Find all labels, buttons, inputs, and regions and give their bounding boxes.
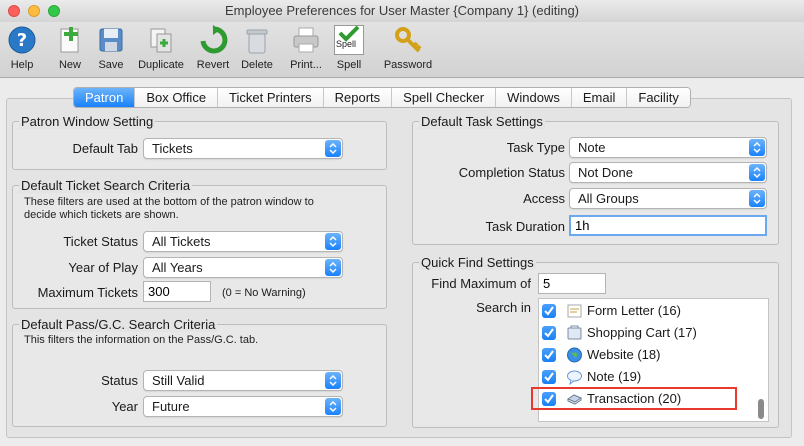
maximum-tickets-note: (0 = No Warning): [222, 287, 306, 299]
title-bar: Employee Preferences for User Master {Co…: [0, 0, 804, 22]
checkbox-checked-icon[interactable]: [542, 304, 556, 318]
help-label: Help: [10, 59, 34, 71]
list-item-shopping-cart[interactable]: Shopping Cart (17): [539, 322, 757, 344]
chevron-updown-icon: [325, 372, 341, 389]
group-title: Quick Find Settings: [419, 255, 536, 270]
chevron-updown-icon: [749, 190, 765, 207]
delete-label: Delete: [241, 59, 273, 71]
chevron-updown-icon: [749, 139, 765, 156]
access-select[interactable]: All Groups: [569, 188, 767, 209]
group-title: Patron Window Setting: [19, 114, 156, 129]
tab-reports[interactable]: Reports: [323, 88, 393, 107]
tab-facility[interactable]: Facility: [627, 88, 690, 107]
speech-bubble-icon: [567, 370, 582, 385]
chevron-updown-icon: [325, 259, 341, 276]
group-title: Default Ticket Search Criteria: [19, 178, 193, 193]
pass-status-select[interactable]: Still Valid: [143, 370, 343, 391]
list-item-form-letter[interactable]: Form Letter (16): [539, 300, 757, 322]
chevron-updown-icon: [325, 140, 341, 157]
revert-icon: [200, 25, 228, 54]
duplicate-button[interactable]: Duplicate: [134, 25, 188, 71]
tab-patron[interactable]: Patron: [74, 88, 136, 107]
year-of-play-select[interactable]: All Years: [143, 257, 343, 278]
delete-button[interactable]: Delete: [240, 25, 274, 71]
ticket-status-label: Ticket Status: [63, 234, 138, 249]
shopping-cart-icon: [567, 325, 582, 340]
password-label: Password: [383, 59, 433, 71]
list-scrollbar[interactable]: [758, 399, 764, 419]
save-button[interactable]: Save: [96, 25, 126, 71]
ticket-search-desc-1: These filters are used at the bottom of …: [24, 196, 314, 208]
spell-button[interactable]: Spell Spell: [334, 25, 364, 71]
trash-icon: [246, 29, 268, 54]
save-label: Save: [98, 59, 124, 71]
duplicate-icon: [150, 28, 172, 53]
form-letter-icon: [567, 304, 582, 318]
completion-status-label: Completion Status: [458, 165, 565, 180]
group-title: Default Task Settings: [419, 114, 545, 129]
task-duration-label: Task Duration: [485, 219, 565, 234]
close-window-button[interactable]: [8, 5, 20, 17]
task-type-select[interactable]: Note: [569, 137, 767, 158]
search-in-label: Search in: [476, 300, 531, 315]
tab-box-office[interactable]: Box Office: [135, 88, 219, 107]
find-maximum-label: Find Maximum of: [431, 276, 531, 291]
chevron-updown-icon: [325, 233, 341, 250]
help-icon: ?: [8, 26, 36, 54]
checkbox-checked-icon[interactable]: [542, 326, 556, 340]
tab-email[interactable]: Email: [571, 88, 628, 107]
password-button[interactable]: Password: [382, 25, 434, 71]
checkbox-checked-icon[interactable]: [542, 370, 556, 384]
new-label: New: [58, 59, 81, 71]
chevron-updown-icon: [749, 164, 765, 181]
year-of-play-label: Year of Play: [68, 260, 138, 275]
annotation-highlight-box: [531, 387, 737, 410]
tab-spell-checker[interactable]: Spell Checker: [392, 88, 497, 107]
duplicate-label: Duplicate: [138, 59, 184, 71]
key-icon: [395, 27, 422, 53]
task-type-label: Task Type: [506, 140, 565, 155]
checkbox-checked-icon[interactable]: [542, 348, 556, 362]
floppy-disk-icon: [99, 28, 123, 52]
tab-windows[interactable]: Windows: [496, 88, 572, 107]
new-button[interactable]: New: [55, 25, 85, 71]
group-title: Default Pass/G.C. Search Criteria: [19, 317, 218, 332]
list-item-note[interactable]: Note (19): [539, 366, 757, 388]
chevron-updown-icon: [325, 398, 341, 415]
pass-year-label: Year: [111, 399, 138, 414]
window-title: Employee Preferences for User Master {Co…: [224, 3, 580, 18]
new-document-icon: [60, 27, 79, 53]
ticket-status-select[interactable]: All Tickets: [143, 231, 343, 252]
toolbar: ? Help New Save Duplicate Revert Delete …: [0, 22, 804, 78]
access-label: Access: [523, 191, 565, 206]
help-button[interactable]: ? Help: [7, 25, 37, 71]
tab-ticket-printers[interactable]: Ticket Printers: [218, 88, 324, 107]
list-item-website[interactable]: Website (18): [539, 344, 757, 366]
pass-year-select[interactable]: Future: [143, 396, 343, 417]
ticket-search-desc-2: decide which tickets are shown.: [24, 209, 179, 221]
maximum-tickets-label: Maximum Tickets: [37, 285, 138, 300]
zoom-window-button[interactable]: [48, 5, 60, 17]
preference-tabs: Patron Box Office Ticket Printers Report…: [73, 87, 691, 108]
pass-status-label: Status: [101, 373, 138, 388]
print-label: Print...: [290, 59, 322, 71]
spell-label: Spell: [336, 59, 362, 71]
default-tab-label: Default Tab: [72, 141, 138, 156]
completion-status-select[interactable]: Not Done: [569, 162, 767, 183]
revert-button[interactable]: Revert: [194, 25, 232, 71]
globe-icon: [567, 347, 582, 363]
maximum-tickets-field[interactable]: [143, 281, 211, 302]
revert-label: Revert: [196, 59, 230, 71]
printer-icon: [293, 27, 319, 53]
find-maximum-field[interactable]: [538, 273, 606, 294]
pass-search-desc: This filters the information on the Pass…: [24, 334, 259, 346]
spell-check-icon: Spell: [334, 25, 364, 55]
print-button[interactable]: Print...: [288, 25, 324, 71]
svg-text:?: ?: [17, 30, 27, 51]
default-tab-select[interactable]: Tickets: [143, 138, 343, 159]
task-duration-field[interactable]: [569, 215, 767, 236]
minimize-window-button[interactable]: [28, 5, 40, 17]
